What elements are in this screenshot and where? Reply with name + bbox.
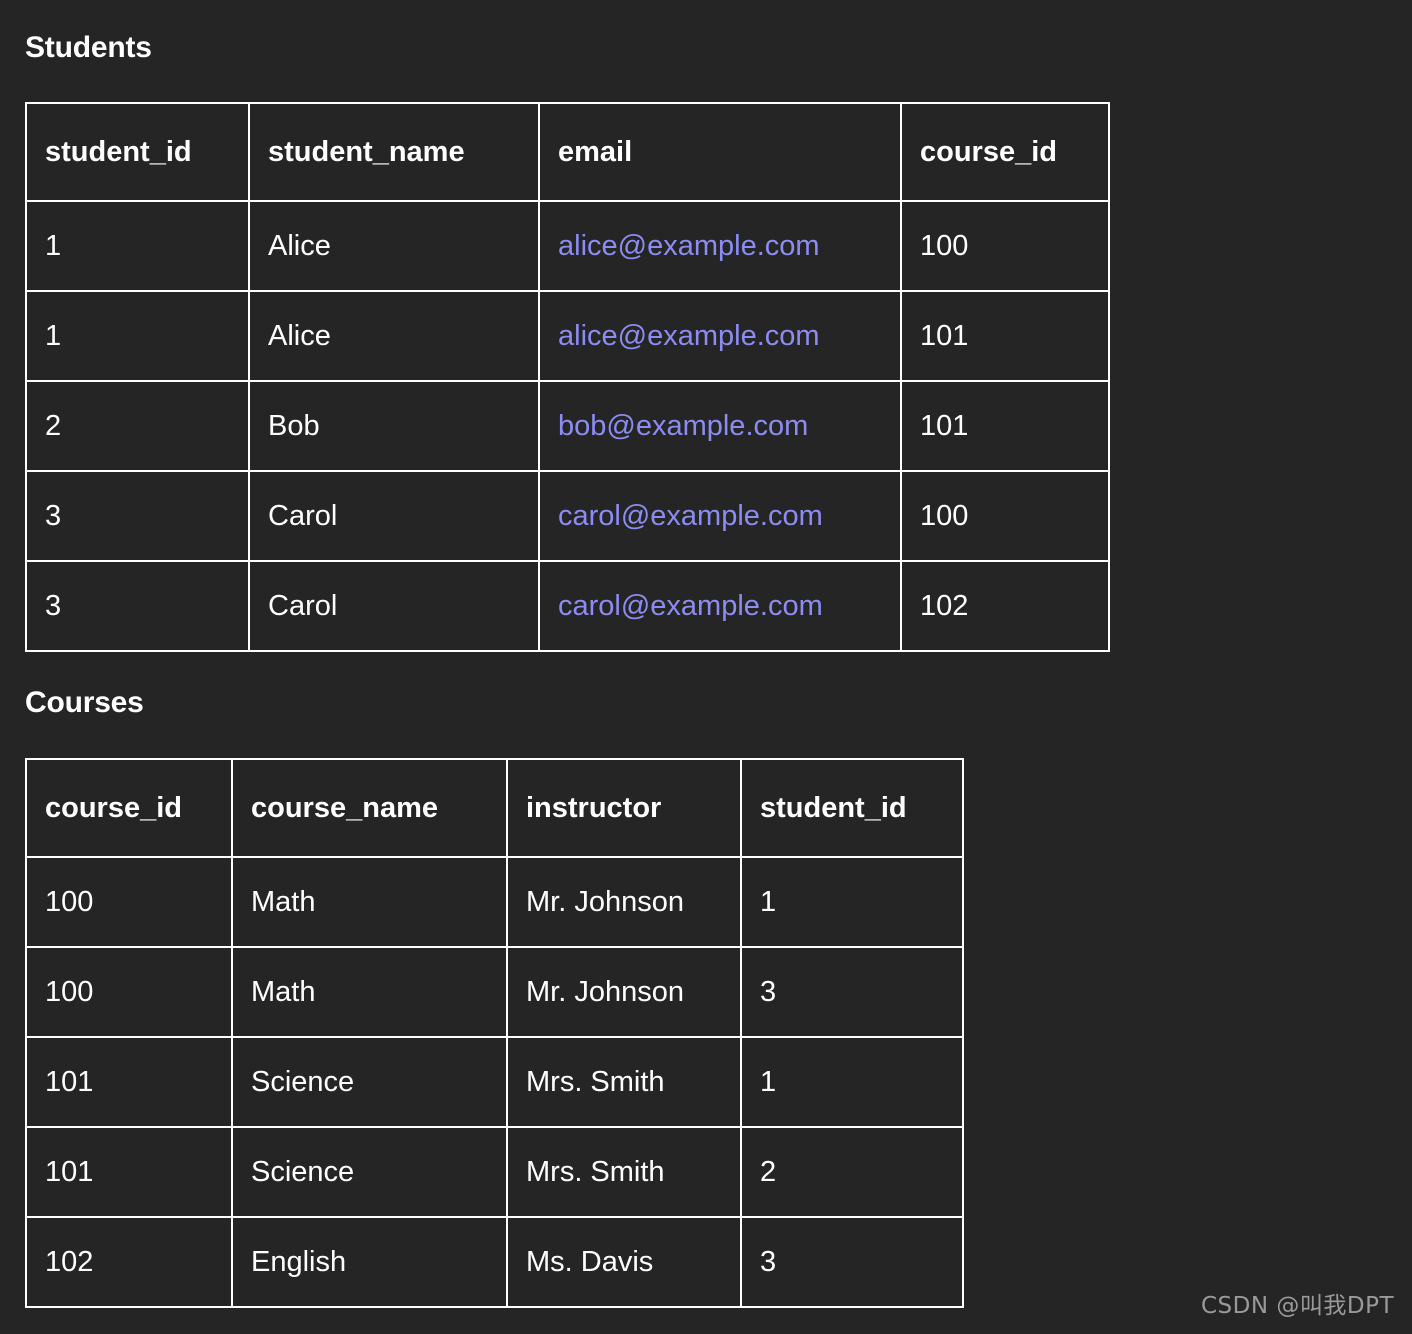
cell-course-id: 101 [901, 381, 1109, 471]
cell-email: carol@example.com [539, 471, 901, 561]
cell-student-id: 3 [741, 1217, 963, 1307]
students-col-header-course-id: course_id [901, 103, 1109, 201]
cell-course-id: 100 [26, 947, 232, 1037]
cell-course-id: 101 [26, 1127, 232, 1217]
cell-instructor: Ms. Davis [507, 1217, 741, 1307]
email-link[interactable]: carol@example.com [558, 500, 823, 532]
courses-col-header-instructor: instructor [507, 759, 741, 857]
courses-table-body: 100 Math Mr. Johnson 1 100 Math Mr. John… [26, 857, 963, 1307]
courses-col-header-course-id: course_id [26, 759, 232, 857]
cell-student-id: 1 [26, 201, 249, 291]
cell-course-id: 102 [901, 561, 1109, 651]
csdn-watermark: CSDN @叫我DPT [1201, 1286, 1394, 1320]
cell-email: alice@example.com [539, 201, 901, 291]
cell-student-name: Carol [249, 561, 539, 651]
cell-course-name: Science [232, 1037, 507, 1127]
cell-course-id: 101 [901, 291, 1109, 381]
cell-email: bob@example.com [539, 381, 901, 471]
courses-col-header-course-name: course_name [232, 759, 507, 857]
cell-course-id: 100 [26, 857, 232, 947]
cell-course-name: Math [232, 857, 507, 947]
cell-student-id: 3 [26, 471, 249, 561]
cell-student-name: Alice [249, 201, 539, 291]
cell-email: carol@example.com [539, 561, 901, 651]
cell-course-id: 100 [901, 201, 1109, 291]
table-row: 3 Carol carol@example.com 102 [26, 561, 1109, 651]
cell-student-name: Alice [249, 291, 539, 381]
cell-instructor: Mrs. Smith [507, 1127, 741, 1217]
courses-table-head: course_id course_name instructor student… [26, 759, 963, 857]
cell-student-id: 3 [741, 947, 963, 1037]
table-row: 101 Science Mrs. Smith 1 [26, 1037, 963, 1127]
students-table-body: 1 Alice alice@example.com 100 1 Alice al… [26, 201, 1109, 651]
cell-instructor: Mrs. Smith [507, 1037, 741, 1127]
students-col-header-student-id: student_id [26, 103, 249, 201]
cell-course-id: 101 [26, 1037, 232, 1127]
cell-course-id: 100 [901, 471, 1109, 561]
cell-course-name: Math [232, 947, 507, 1037]
cell-student-name: Bob [249, 381, 539, 471]
cell-course-name: English [232, 1217, 507, 1307]
cell-student-id: 3 [26, 561, 249, 651]
cell-course-name: Science [232, 1127, 507, 1217]
table-row: 102 English Ms. Davis 3 [26, 1217, 963, 1307]
students-header-row: student_id student_name email course_id [26, 103, 1109, 201]
table-row: 100 Math Mr. Johnson 1 [26, 857, 963, 947]
students-col-header-student-name: student_name [249, 103, 539, 201]
students-section-title: Students [25, 33, 152, 63]
cell-student-id: 1 [741, 857, 963, 947]
table-row: 1 Alice alice@example.com 101 [26, 291, 1109, 381]
email-link[interactable]: alice@example.com [558, 230, 820, 262]
cell-instructor: Mr. Johnson [507, 857, 741, 947]
cell-student-id: 1 [26, 291, 249, 381]
cell-student-id: 2 [26, 381, 249, 471]
email-link[interactable]: carol@example.com [558, 590, 823, 622]
cell-student-id: 2 [741, 1127, 963, 1217]
email-link[interactable]: bob@example.com [558, 410, 808, 442]
students-table: student_id student_name email course_id … [25, 102, 1110, 652]
cell-email: alice@example.com [539, 291, 901, 381]
cell-student-id: 1 [741, 1037, 963, 1127]
cell-instructor: Mr. Johnson [507, 947, 741, 1037]
email-link[interactable]: alice@example.com [558, 320, 820, 352]
courses-header-row: course_id course_name instructor student… [26, 759, 963, 857]
courses-section-title: Courses [25, 688, 144, 718]
table-row: 1 Alice alice@example.com 100 [26, 201, 1109, 291]
table-row: 2 Bob bob@example.com 101 [26, 381, 1109, 471]
students-table-head: student_id student_name email course_id [26, 103, 1109, 201]
cell-student-name: Carol [249, 471, 539, 561]
page-root: Students student_id student_name email c… [0, 0, 1412, 1334]
table-row: 101 Science Mrs. Smith 2 [26, 1127, 963, 1217]
students-col-header-email: email [539, 103, 901, 201]
courses-col-header-student-id: student_id [741, 759, 963, 857]
table-row: 100 Math Mr. Johnson 3 [26, 947, 963, 1037]
cell-course-id: 102 [26, 1217, 232, 1307]
courses-table: course_id course_name instructor student… [25, 758, 964, 1308]
table-row: 3 Carol carol@example.com 100 [26, 471, 1109, 561]
